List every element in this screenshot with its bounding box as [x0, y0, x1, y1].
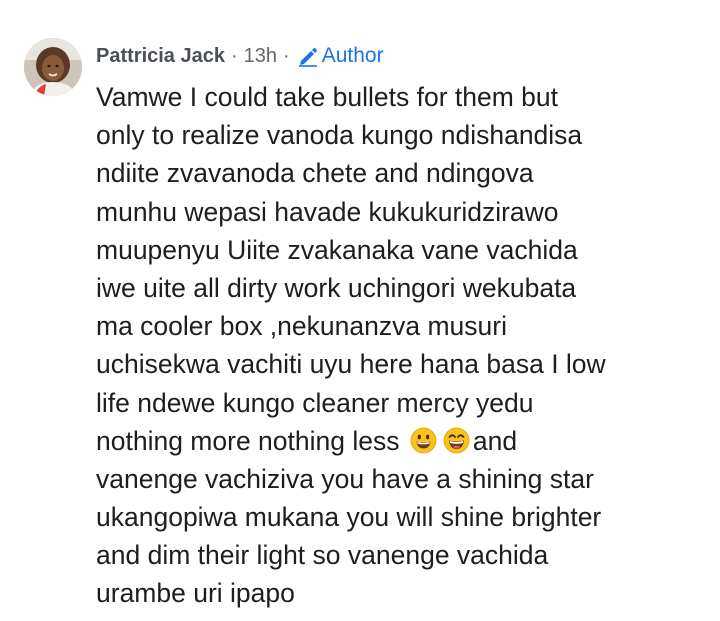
author-badge-label: Author: [321, 44, 384, 67]
comment: Pattricia Jack · 13h · Author Vamwe I co…: [0, 0, 720, 621]
avatar[interactable]: [24, 38, 82, 96]
comment-line: vanenge vachiziva you have a shining sta…: [96, 463, 594, 494]
author-badge: Author: [296, 44, 384, 68]
grinning-face-emoji: [410, 427, 437, 454]
pencil-icon: [296, 45, 320, 67]
comment-line: ndiite zvavanoda chete and ndingova: [96, 158, 534, 189]
separator: ·: [230, 44, 238, 67]
comment-text: and: [472, 425, 518, 456]
comment-body: Vamwe I could take bullets for them but …: [96, 78, 708, 613]
grinning-squinting-face-emoji: [443, 427, 470, 454]
comment-header: Pattricia Jack · 13h · Author: [96, 42, 384, 70]
separator: ·: [283, 44, 290, 67]
comment-line: and dim their light so vanenge vachida: [96, 540, 549, 571]
timestamp[interactable]: 13h: [244, 45, 277, 68]
comment-line: only to realize vanoda kungo ndishandisa: [96, 120, 583, 151]
comment-line: muupenyu Uiite zvakanaka vane vachida: [96, 234, 578, 265]
comment-line: urambe uri ipapo: [96, 578, 295, 609]
comment-line: life ndewe kungo cleaner mercy yedu: [96, 387, 534, 418]
comment-line: ukangopiwa mukana you will shine brighte…: [96, 502, 602, 533]
comment-line: munhu wepasi havade kukukuridzirawo: [96, 196, 559, 227]
comment-line: ma cooler box ,nekunanzva musuri: [96, 311, 507, 342]
comment-line: uchisekwa vachiti uyu here hana basa I l…: [96, 349, 606, 380]
avatar-image: [24, 38, 82, 96]
author-name[interactable]: Pattricia Jack: [96, 45, 225, 68]
comment-line-with-emoji: nothing more nothing less and: [96, 422, 708, 460]
comment-line: iwe uite all dirty work uchingori wekuba…: [96, 272, 577, 303]
comment-line: Vamwe I could take bullets for them but: [96, 82, 559, 112]
comment-text: nothing more nothing less: [96, 425, 400, 456]
